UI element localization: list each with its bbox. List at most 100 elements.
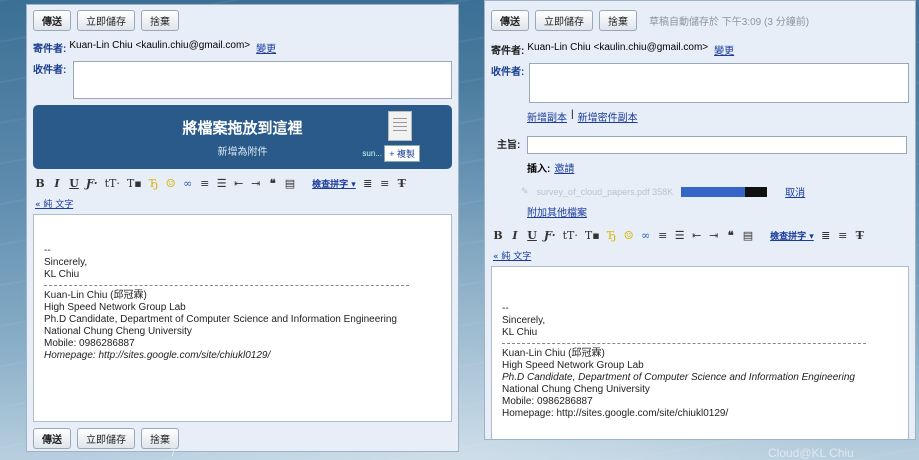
align-icon[interactable]: ▤: [743, 229, 753, 242]
signature-homepage: Homepage: http://sites.google.com/site/c…: [502, 408, 729, 419]
from-row-right: 寄件者: Kuan-Lin Chiu <kaulin.chiu@gmail.co…: [485, 40, 915, 59]
compose-toolbar-top: 傳送 立即儲存 捨棄: [27, 5, 458, 36]
indent-icon[interactable]: ⇥: [709, 229, 719, 242]
signature-dashes: --: [44, 245, 51, 256]
attach-other-row: 附加其他檔案: [485, 202, 915, 221]
from-change-link[interactable]: 變更: [256, 40, 276, 55]
plain-text-link[interactable]: « 純 文字: [493, 249, 531, 262]
bulleted-list-icon[interactable]: ☰: [217, 177, 227, 190]
signature-degree: Ph.D Candidate, Department of Computer S…: [44, 314, 397, 325]
outdent-icon[interactable]: ⇤: [234, 177, 244, 190]
from-value: Kuan-Lin Chiu <kaulin.chiu@gmail.com>: [69, 40, 251, 51]
spell-check-button[interactable]: 檢查拼字 ▾: [312, 177, 356, 190]
save-now-button-bottom[interactable]: 立即儲存: [77, 428, 135, 449]
signature-degree: Ph.D Candidate, Department of Computer S…: [502, 372, 855, 383]
cc-link-separator: |: [571, 109, 574, 120]
add-bcc-link[interactable]: 新增密件副本: [578, 109, 638, 124]
subject-field[interactable]: [527, 136, 907, 154]
spell-check-button[interactable]: 檢查拼字 ▾: [770, 229, 814, 242]
to-row: 收件者:: [27, 59, 458, 101]
plain-text-link[interactable]: « 純 文字: [35, 197, 73, 210]
upload-progress-bar: [681, 186, 768, 197]
from-label: 寄件者:: [33, 44, 67, 55]
cc-links: 新增副本 | 新增密件副本: [485, 107, 915, 126]
font-icon[interactable]: Ƒ·: [86, 177, 98, 190]
discard-button[interactable]: 捨棄: [141, 10, 179, 31]
signature-mobile: Mobile: 0986286887: [502, 396, 593, 407]
underline-icon[interactable]: U: [527, 229, 537, 242]
signature-short-name: KL Chiu: [502, 327, 538, 338]
attachment-dropzone[interactable]: 將檔案拖放到這裡 新增為附件 sun... + 複製: [33, 105, 452, 169]
copy-badge: + 複製: [384, 145, 420, 162]
text-color-icon[interactable]: T▪: [585, 229, 600, 242]
clear-format-icon[interactable]: T̶: [855, 229, 865, 242]
paperclip-icon: ✎: [521, 186, 529, 196]
align-left-icon[interactable]: ≣: [363, 177, 373, 190]
send-button-bottom[interactable]: 傳送: [33, 428, 71, 449]
message-body-right[interactable]: -- Sincerely, KL Chiu Kuan-Lin Chiu (邱冠霖…: [491, 266, 909, 439]
highlight-icon[interactable]: Ђ: [607, 229, 617, 242]
subject-row: 主旨:: [485, 134, 915, 156]
save-now-button-right[interactable]: 立即儲存: [535, 10, 593, 31]
to-label-right: 收件者:: [491, 67, 525, 78]
from-change-link-right[interactable]: 變更: [714, 42, 734, 57]
quote-icon[interactable]: ❝: [726, 229, 736, 242]
to-row-right: 收件者:: [485, 61, 915, 105]
clear-format-icon[interactable]: T̶: [397, 177, 407, 190]
emoticon-icon[interactable]: ☺: [624, 229, 634, 242]
signature-divider: [502, 343, 867, 344]
align-right-icon[interactable]: ≡: [380, 177, 390, 190]
slide-page-number: 7: [170, 447, 177, 459]
quote-icon[interactable]: ❝: [268, 177, 278, 190]
send-button[interactable]: 傳送: [33, 10, 71, 31]
discard-button-right[interactable]: 捨棄: [599, 10, 637, 31]
align-icon[interactable]: ▤: [285, 177, 295, 190]
signature-mobile: Mobile: 0986286887: [44, 338, 135, 349]
text-color-icon[interactable]: T▪: [127, 177, 142, 190]
bold-icon[interactable]: B: [493, 229, 503, 242]
indent-icon[interactable]: ⇥: [251, 177, 261, 190]
numbered-list-icon[interactable]: ≡: [658, 229, 668, 242]
link-icon[interactable]: ∞: [183, 177, 193, 190]
document-icon: [388, 111, 412, 141]
emoticon-icon[interactable]: ☺: [166, 177, 176, 190]
dragged-file-name: sun...: [362, 149, 382, 158]
from-row: 寄件者: Kuan-Lin Chiu <kaulin.chiu@gmail.co…: [27, 38, 458, 57]
italic-icon[interactable]: I: [510, 229, 520, 242]
signature-university: National Chung Cheng University: [502, 384, 650, 395]
cancel-upload-link[interactable]: 取消: [785, 184, 805, 199]
outdent-icon[interactable]: ⇤: [692, 229, 702, 242]
to-label: 收件者:: [33, 65, 67, 76]
signature-dashes: --: [502, 303, 509, 314]
bulleted-list-icon[interactable]: ☰: [675, 229, 685, 242]
bold-icon[interactable]: B: [35, 177, 45, 190]
align-right-icon[interactable]: ≡: [838, 229, 848, 242]
formatting-toolbar: B I U Ƒ· tT· T▪ Ђ ☺ ∞ ≡ ☰ ⇤ ⇥ ❝ ▤ 檢查拼字 ▾…: [27, 173, 458, 214]
font-size-icon[interactable]: tT·: [105, 177, 120, 190]
font-size-icon[interactable]: tT·: [563, 229, 578, 242]
insert-row: 插入: 邀請: [485, 158, 915, 177]
to-field-right[interactable]: [529, 63, 909, 103]
discard-button-bottom[interactable]: 捨棄: [141, 428, 179, 449]
compose-toolbar-top-right: 傳送 立即儲存 捨棄 草稿自動儲存於 下午3:09 (3 分鐘前): [485, 1, 915, 36]
message-body[interactable]: -- Sincerely, KL Chiu Kuan-Lin Chiu (邱冠霖…: [33, 214, 452, 422]
attach-other-file-link[interactable]: 附加其他檔案: [527, 204, 587, 219]
align-left-icon[interactable]: ≣: [821, 229, 831, 242]
send-button-right[interactable]: 傳送: [491, 10, 529, 31]
italic-icon[interactable]: I: [52, 177, 62, 190]
underline-icon[interactable]: U: [69, 177, 79, 190]
link-icon[interactable]: ∞: [641, 229, 651, 242]
subject-label: 主旨:: [497, 140, 521, 151]
highlight-icon[interactable]: Ђ: [149, 177, 159, 190]
signature-full-name: Kuan-Lin Chiu (邱冠霖): [44, 290, 147, 301]
save-now-button[interactable]: 立即儲存: [77, 10, 135, 31]
insert-invite-link[interactable]: 邀請: [554, 160, 574, 175]
add-cc-link[interactable]: 新增副本: [527, 109, 567, 124]
from-value-right: Kuan-Lin Chiu <kaulin.chiu@gmail.com>: [527, 42, 709, 53]
signature-sincerely: Sincerely,: [502, 315, 546, 326]
numbered-list-icon[interactable]: ≡: [200, 177, 210, 190]
font-icon[interactable]: Ƒ·: [544, 229, 556, 242]
to-field[interactable]: [72, 61, 452, 99]
compose-window-right: 傳送 立即儲存 捨棄 草稿自動儲存於 下午3:09 (3 分鐘前) 寄件者: K…: [484, 0, 916, 440]
signature-homepage: Homepage: http://sites.google.com/site/c…: [44, 350, 271, 361]
